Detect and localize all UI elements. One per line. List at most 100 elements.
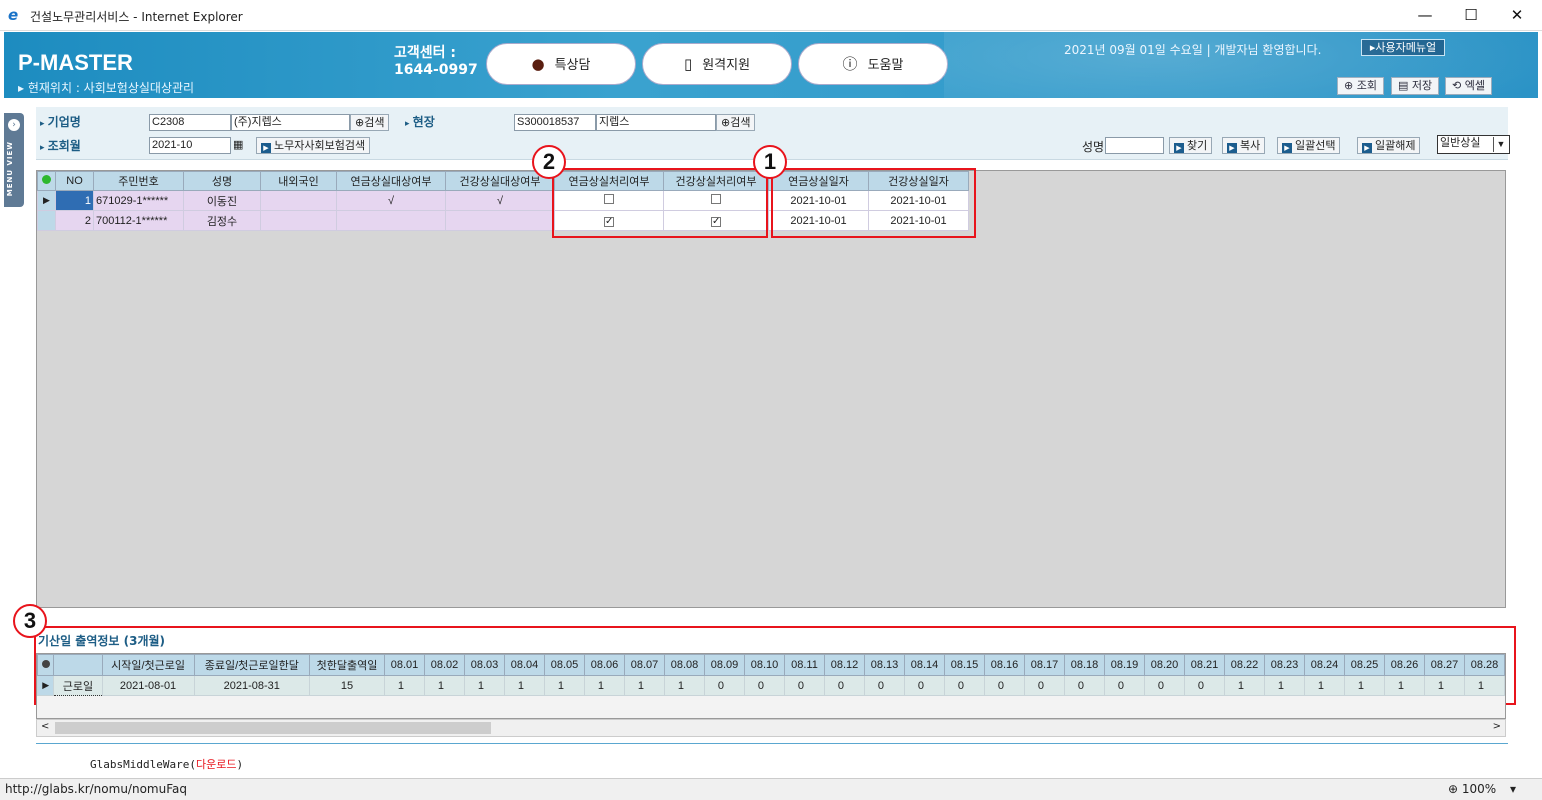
save-button[interactable]: ▤ 저장 [1391,77,1440,95]
help-button[interactable]: ⓘ 도움말 [798,43,948,85]
day-column-header[interactable]: 08.25 [1343,654,1385,676]
day-cell: 1 [463,675,505,696]
cell-health_target: √ [445,190,555,211]
day-column-header[interactable]: 08.16 [983,654,1025,676]
company-search-button[interactable]: ⊕검색 [350,114,390,131]
site-search-button[interactable]: ⊕검색 [716,114,756,131]
horizontal-scrollbar[interactable]: < > [36,719,1506,737]
name-search-input[interactable] [1105,137,1164,154]
column-header[interactable]: NO [55,171,94,191]
view-button[interactable]: ⊕ 조회 [1337,77,1384,95]
loss-type-select[interactable]: 일반상실 ▼ [1437,135,1510,154]
arrow-icon: ▶ [261,143,271,153]
day-cell: 1 [543,675,585,696]
day-column-header[interactable]: 08.27 [1423,654,1465,676]
site-name-input[interactable]: 지렙스 [596,114,716,131]
user-manual-button[interactable]: ▸사용자메뉴얼 [1361,39,1445,56]
day-column-header[interactable]: 08.08 [663,654,705,676]
deselect-all-label: 일괄해제 [1375,139,1416,152]
select-all-label: 일괄선택 [1295,139,1336,152]
cell-end: 2021-08-31 [193,675,310,696]
day-column-header[interactable]: 08.06 [583,654,625,676]
scroll-right-icon[interactable]: > [1493,721,1501,732]
cell-health_target [445,210,555,231]
day-column-header[interactable]: 08.05 [543,654,585,676]
day-column-header[interactable]: 08.10 [743,654,785,676]
day-column-header[interactable]: 08.13 [863,654,905,676]
scroll-left-icon[interactable]: < [41,721,49,732]
middleware-notice: GlabsMiddleWare(다운로드) [90,756,243,772]
table-row[interactable]: ▶ 근로일 2021-08-01 2021-08-31 15 1 1 1 1 1 1 1 1 0 0 0 0 0 0… [37,675,1505,696]
row-selector[interactable] [37,210,56,231]
current-row-icon: ▶ [42,680,50,690]
customer-center: 고객센터 : 1644-0997 [394,45,478,79]
find-button[interactable]: ▶ 찾기 [1169,137,1213,154]
copy-button[interactable]: ▶ 복사 [1222,137,1266,154]
calendar-icon[interactable]: ▦ [233,138,243,151]
day-column-header[interactable]: 08.19 [1103,654,1145,676]
day-column-header[interactable]: 08.11 [783,654,825,676]
annotation-marker-2: 2 [532,145,566,179]
column-header[interactable]: 첫한달출역일 [308,654,385,676]
chat-consult-button[interactable]: ● 특상담 [486,43,636,85]
day-cell: 0 [1063,675,1105,696]
day-column-header[interactable]: 08.03 [463,654,505,676]
download-link[interactable]: 다운로드 [196,758,236,771]
day-column-header[interactable]: 08.01 [383,654,425,676]
cell-foreign [260,210,337,231]
row-selector[interactable]: ▶ [37,675,55,696]
mouse-icon: ▯ [683,55,693,73]
save-label: 저장 [1411,79,1433,92]
select-all-button[interactable]: ▶ 일괄선택 [1277,137,1341,154]
menu-view-tab[interactable]: › MENU VIEW [4,113,24,207]
day-column-header[interactable]: 08.22 [1223,654,1265,676]
day-column-header[interactable]: 08.15 [943,654,985,676]
scroll-thumb[interactable] [55,722,491,734]
close-button[interactable]: ✕ [1494,0,1540,31]
app-logo[interactable]: P-MASTER [18,50,133,76]
minimize-button[interactable]: — [1402,0,1448,31]
column-header[interactable]: 성명 [183,171,261,191]
site-code-input[interactable]: S300018537 [514,114,596,131]
cell-no: 2 [55,210,94,231]
excel-button[interactable]: ⟲ 엑셀 [1445,77,1492,95]
company-code-input[interactable]: C2308 [149,114,231,131]
day-cell: 1 [663,675,705,696]
annotation-box-1 [771,168,976,238]
row-selector[interactable]: ▶ [37,190,56,211]
day-cell: 0 [823,675,865,696]
day-column-header[interactable]: 08.14 [903,654,945,676]
day-column-header[interactable]: 08.02 [423,654,465,676]
chevron-down-icon: ▼ [1493,137,1508,152]
day-column-header[interactable]: 08.17 [1023,654,1065,676]
status-dot-icon [42,175,51,184]
day-cell: 1 [503,675,545,696]
day-column-header[interactable]: 08.07 [623,654,665,676]
company-name-input[interactable]: (주)지렙스 [231,114,350,131]
day-column-header[interactable]: 08.18 [1063,654,1105,676]
day-column-header[interactable]: 08.26 [1383,654,1425,676]
day-column-header[interactable]: 08.21 [1183,654,1225,676]
deselect-all-button[interactable]: ▶ 일괄해제 [1357,137,1421,154]
column-header[interactable]: 시작일/첫근로일 [101,654,195,676]
day-cell: 0 [783,675,825,696]
maximize-button[interactable]: ☐ [1448,0,1494,31]
column-header[interactable]: 연금상실대상여부 [336,171,446,191]
day-column-header[interactable]: 08.04 [503,654,545,676]
month-input[interactable]: 2021-10 [149,137,231,154]
day-column-header[interactable]: 08.20 [1143,654,1185,676]
day-cell: 1 [1423,675,1465,696]
day-column-header[interactable]: 08.28 [1463,654,1505,676]
day-column-header[interactable]: 08.24 [1303,654,1345,676]
worker-insurance-search-button[interactable]: ▶ 노무자사회보험검색 [256,137,371,154]
day-column-header[interactable]: 08.23 [1263,654,1305,676]
column-header[interactable]: 내외국인 [260,171,337,191]
remote-support-button[interactable]: ▯ 원격지원 [642,43,792,85]
column-header[interactable]: 종료일/첫근로일한달 [193,654,310,676]
help-label: 도움말 [867,58,904,73]
attendance-table: 시작일/첫근로일 종료일/첫근로일한달 첫한달출역일 08.01 08.02 08.03 0… [37,654,1505,696]
day-column-header[interactable]: 08.09 [703,654,745,676]
day-column-header[interactable]: 08.12 [823,654,865,676]
zoom-control[interactable]: ⊕ 100% ▾ [1448,782,1516,796]
column-header[interactable]: 주민번호 [93,171,184,191]
